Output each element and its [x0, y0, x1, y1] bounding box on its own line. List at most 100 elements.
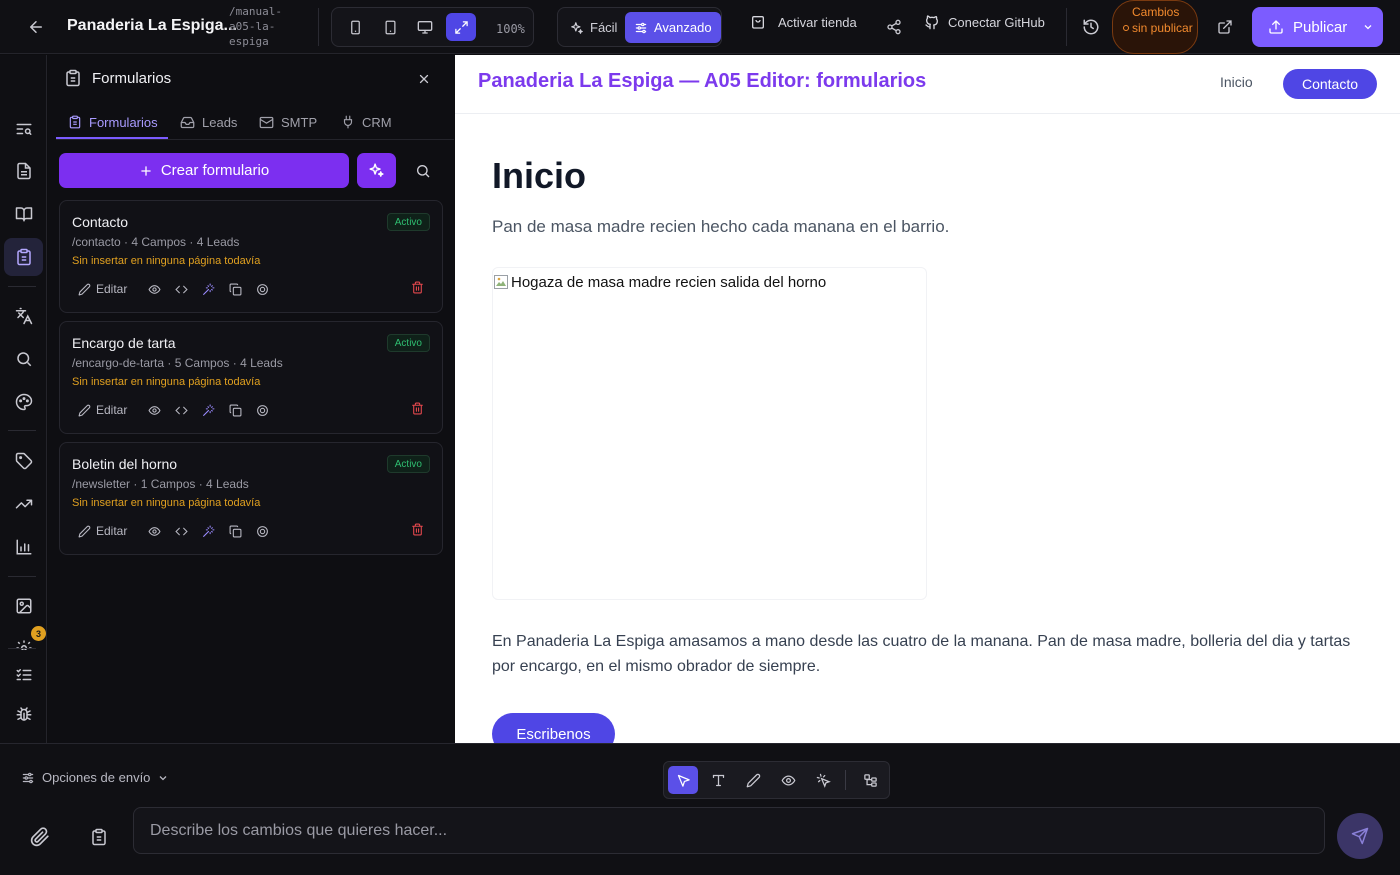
search-icon — [16, 352, 31, 367]
fullscreen-view-button[interactable] — [446, 13, 476, 41]
mode-advanced-button[interactable]: Avanzado — [625, 12, 721, 43]
sidebar-item-media[interactable] — [4, 587, 43, 625]
site-nav-contact-button[interactable]: Contacto — [1283, 69, 1377, 99]
edit-form-button[interactable]: Editar — [78, 524, 127, 538]
page-paragraph[interactable]: En Panaderia La Espiga amasamos a mano d… — [492, 629, 1372, 679]
duplicate-form-button[interactable] — [222, 525, 249, 538]
ai-edit-button[interactable] — [195, 404, 222, 417]
back-button[interactable] — [22, 13, 50, 41]
project-title[interactable]: Panaderia La Espiga... — [67, 17, 237, 35]
draw-tool-button[interactable] — [738, 766, 768, 794]
sidebar-item-seo[interactable] — [4, 340, 43, 378]
send-options-label: Opciones de envío — [42, 770, 151, 785]
sidebar-item-search-pages[interactable] — [4, 110, 43, 148]
clipboard-icon — [64, 69, 82, 87]
page-heading[interactable]: Inicio — [492, 155, 586, 197]
history-button[interactable] — [1078, 14, 1104, 40]
delete-form-button[interactable] — [411, 281, 424, 294]
toggle-visibility-button[interactable] — [249, 525, 276, 538]
mode-easy-button[interactable]: Fácil — [561, 12, 626, 43]
delete-form-button[interactable] — [411, 523, 424, 536]
edit-form-button[interactable]: Editar — [78, 403, 127, 417]
broken-image: Hogaza de masa madre recien salida del h… — [493, 274, 826, 291]
expand-icon — [454, 20, 468, 34]
preview-form-button[interactable] — [141, 283, 168, 296]
attach-file-button[interactable] — [27, 824, 53, 850]
select-tool-button[interactable] — [668, 766, 698, 794]
ai-generate-form-button[interactable] — [357, 153, 396, 188]
form-card[interactable]: Contacto /contacto · 4 Campos · 4 Leads … — [59, 200, 443, 313]
cta-write-us-button[interactable]: Escribenos — [492, 713, 615, 743]
bug-icon — [16, 707, 31, 721]
close-panel-button[interactable] — [414, 69, 434, 89]
sidebar-item-tasks[interactable] — [4, 656, 43, 694]
sidebar-item-blog[interactable] — [4, 195, 43, 233]
sliders-icon — [22, 772, 34, 783]
delete-form-button[interactable] — [411, 402, 424, 415]
send-button[interactable] — [1337, 813, 1383, 859]
sidebar-item-products[interactable] — [4, 442, 43, 480]
create-form-button[interactable]: Crear formulario — [59, 153, 349, 188]
embed-code-button[interactable] — [168, 283, 195, 296]
embed-code-button[interactable] — [168, 525, 195, 538]
mobile-view-button[interactable] — [340, 13, 370, 41]
duplicate-form-button[interactable] — [222, 404, 249, 417]
tab-forms[interactable]: Formularios — [68, 104, 158, 140]
sidebar-item-debug[interactable] — [4, 695, 43, 733]
edit-form-button[interactable]: Editar — [78, 282, 127, 296]
form-actions: Editar — [78, 523, 276, 539]
search-forms-button[interactable] — [405, 153, 440, 188]
layers-tool-button[interactable] — [855, 766, 885, 794]
duplicate-form-button[interactable] — [222, 283, 249, 296]
hero-image[interactable]: Hogaza de masa madre recien salida del h… — [492, 267, 927, 600]
send-options-dropdown[interactable]: Opciones de envío — [21, 770, 169, 785]
zoom-level[interactable]: 100% — [496, 22, 525, 36]
publish-label: Publicar — [1293, 18, 1348, 36]
preview-form-button[interactable] — [141, 404, 168, 417]
sidebar-item-analytics[interactable] — [4, 528, 43, 566]
copy-icon — [229, 525, 242, 537]
connect-github-button[interactable]: Conectar GitHub — [924, 14, 1045, 30]
open-external-button[interactable] — [1212, 14, 1238, 40]
desktop-view-button[interactable] — [410, 13, 440, 41]
unsaved-changes-badge[interactable]: Cambios sin publicar — [1112, 0, 1198, 54]
divider — [8, 430, 36, 431]
list-checks-icon — [16, 669, 31, 681]
prompt-input[interactable] — [133, 807, 1325, 854]
tab-crm[interactable]: CRM — [341, 104, 392, 140]
chevron-down-icon[interactable] — [1362, 21, 1374, 33]
preview-tool-button[interactable] — [773, 766, 803, 794]
publish-button[interactable]: Publicar — [1252, 7, 1383, 47]
site-brand[interactable]: Panaderia La Espiga — A05 Editor: formul… — [478, 70, 926, 93]
sidebar-item-forms[interactable] — [4, 238, 43, 276]
tablet-view-button[interactable] — [375, 13, 405, 41]
magic-select-tool-button[interactable] — [808, 766, 838, 794]
preview-form-button[interactable] — [141, 525, 168, 538]
sidebar-item-translations[interactable] — [4, 297, 43, 335]
share-button[interactable] — [882, 14, 906, 40]
code-icon — [175, 285, 189, 293]
ai-edit-button[interactable] — [195, 525, 222, 538]
sidebar-item-pages[interactable] — [4, 152, 43, 190]
site-nav-link-home[interactable]: Inicio — [1220, 74, 1253, 90]
sidebar-item-theme[interactable] — [4, 383, 43, 421]
sidebar-item-growth[interactable] — [4, 485, 43, 523]
form-card[interactable]: Encargo de tarta /encargo-de-tarta · 5 C… — [59, 321, 443, 434]
tab-leads[interactable]: Leads — [180, 104, 237, 140]
insert-form-button[interactable] — [86, 824, 112, 850]
ai-edit-button[interactable] — [195, 283, 222, 296]
page-lead[interactable]: Pan de masa madre recien hecho cada mana… — [492, 217, 949, 237]
device-switcher: 100% — [331, 7, 534, 47]
text-tool-button[interactable] — [703, 766, 733, 794]
inbox-icon — [180, 116, 195, 128]
sliders-icon — [635, 22, 647, 33]
embed-code-button[interactable] — [168, 404, 195, 417]
form-card[interactable]: Boletin del horno /newsletter · 1 Campos… — [59, 442, 443, 555]
toggle-visibility-button[interactable] — [249, 283, 276, 296]
pencil-icon — [78, 404, 91, 416]
github-icon — [925, 15, 938, 30]
activate-store-button[interactable]: Activar tienda — [750, 14, 857, 30]
tab-smtp[interactable]: SMTP — [259, 104, 317, 140]
toggle-visibility-button[interactable] — [249, 404, 276, 417]
unsaved-changes-label: Cambios sin publicar — [1132, 5, 1193, 35]
